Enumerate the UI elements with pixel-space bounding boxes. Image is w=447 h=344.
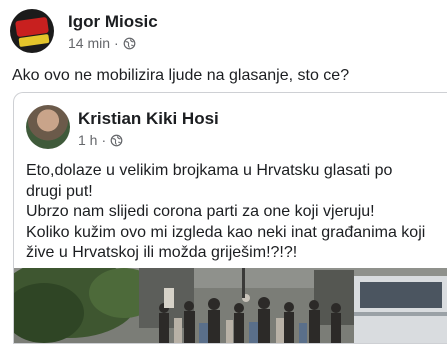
author-avatar[interactable] <box>10 9 54 53</box>
shared-text-line: Ubrzo nam slijedi corona parti za one ko… <box>26 203 375 220</box>
author-name[interactable]: Igor Miosic <box>68 12 158 32</box>
post-time[interactable]: 14 min <box>68 35 110 51</box>
shared-post-meta: 1 h · <box>78 132 123 148</box>
shared-post-photo[interactable] <box>14 268 447 343</box>
meta-separator: · <box>101 132 107 148</box>
shared-text-line: Eto,dolaze u velikim brojkama u Hrvatsku… <box>26 162 393 179</box>
shared-text-line: Koliko kužim ovo mi izgleda kao neki ina… <box>26 223 426 241</box>
shared-text-line: drugi put! <box>26 182 93 200</box>
shared-post-card[interactable]: Kristian Kiki Hosi 1 h · Eto,dolaze u ve… <box>13 92 447 344</box>
shared-post-time[interactable]: 1 h <box>78 132 97 148</box>
shared-post-text: Eto,dolaze u velikim brojkama u Hrvatsku… <box>26 161 431 264</box>
meta-separator: · <box>114 35 119 51</box>
globe-icon <box>123 37 136 49</box>
shared-author-name[interactable]: Kristian Kiki Hosi <box>78 109 219 129</box>
post-meta: 14 min · <box>68 35 136 51</box>
globe-icon <box>110 134 123 146</box>
post-text: Ako ovo ne mobilizira ljude na glasanje,… <box>12 67 350 84</box>
shared-text-line: žive u Hrvatskoj ili možda griješim!?!?! <box>26 244 298 261</box>
post-header: Igor Miosic 14 min · <box>0 0 447 60</box>
crowd-photo <box>14 268 447 343</box>
shared-author-avatar[interactable] <box>26 105 70 149</box>
